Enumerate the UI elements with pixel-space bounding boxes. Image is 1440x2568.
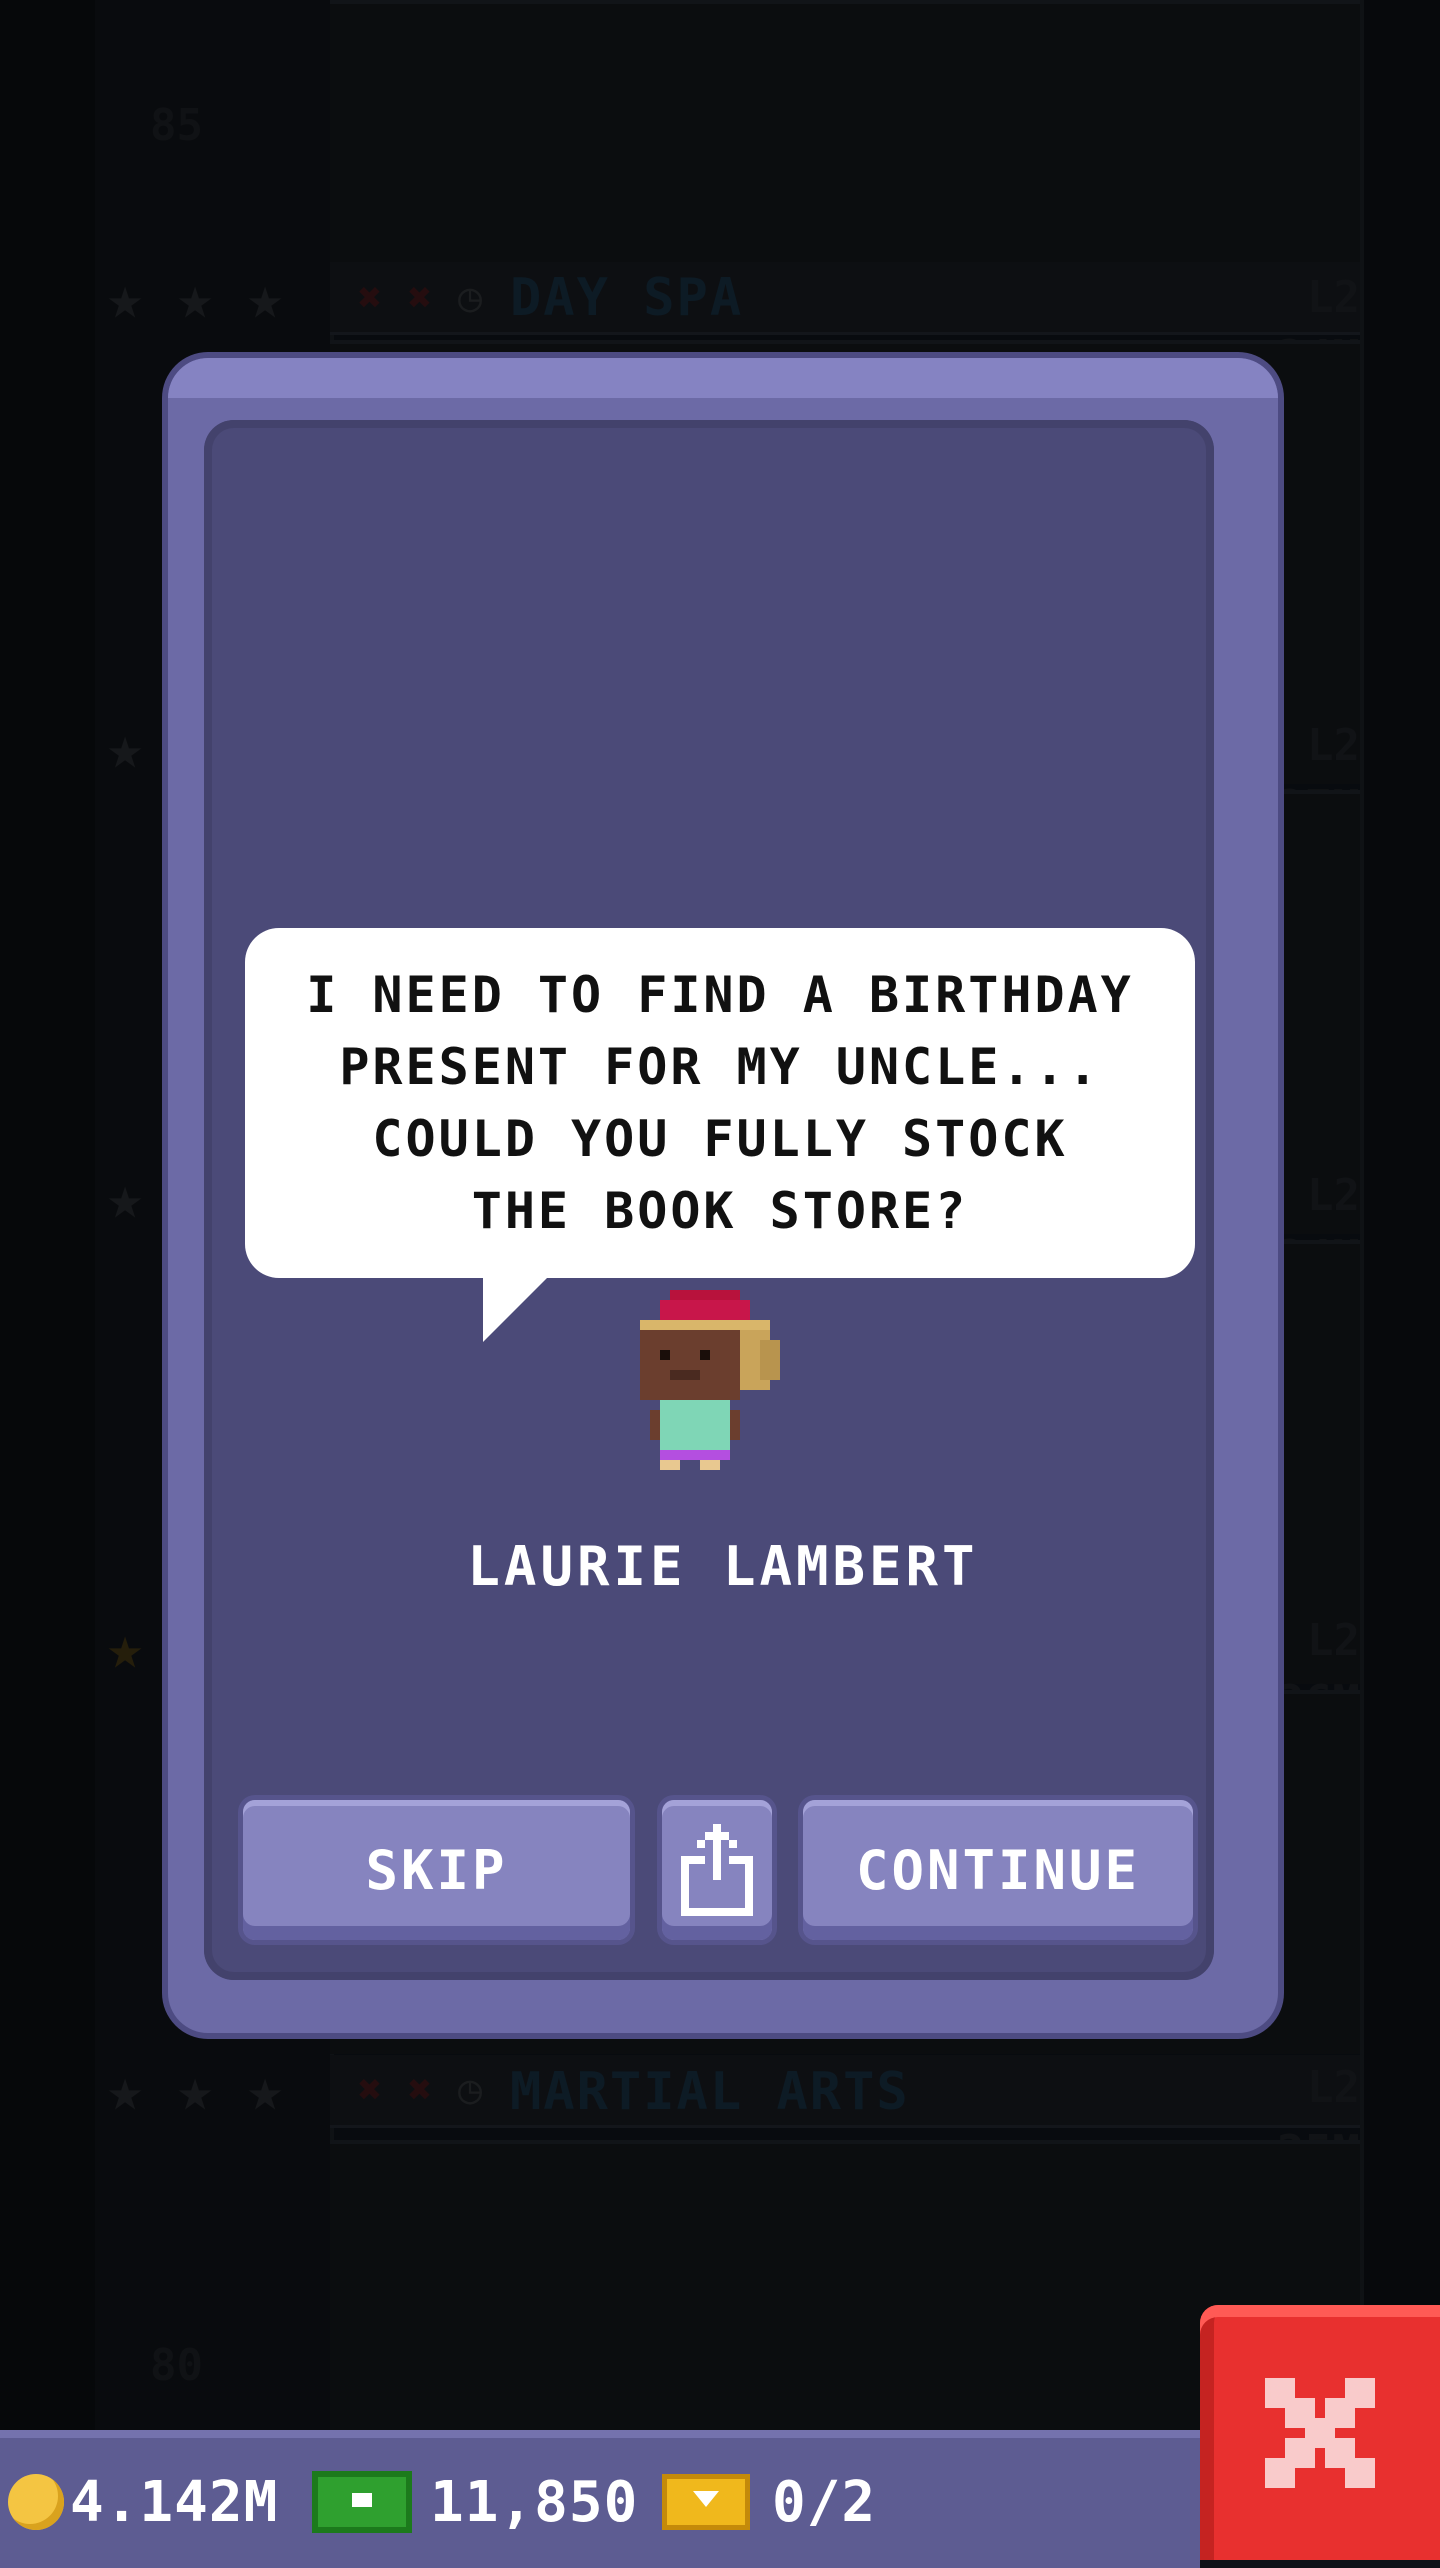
close-button[interactable] [1200,2305,1440,2560]
speech-bubble: I NEED TO FIND A BIRTHDAY PRESENT FOR MY… [245,928,1195,1278]
quest-message: I NEED TO FIND A BIRTHDAY PRESENT FOR MY… [306,966,1134,1240]
tickets-value: 0/2 [772,2469,877,2535]
bux-icon [312,2471,412,2533]
character-name: LAURIE LAMBERT [467,1535,979,1598]
bux-value: 11,850 [430,2469,639,2535]
close-icon [1265,2377,1375,2488]
coins-display[interactable]: 4.142M [8,2466,278,2538]
share-icon [681,1824,753,1916]
skip-button-label: SKIP [365,1838,508,1902]
character-avatar [640,1290,780,1470]
continue-button[interactable]: CONTINUE [803,1800,1193,1940]
skip-button[interactable]: SKIP [243,1800,630,1940]
coin-icon [8,2474,64,2530]
speech-bubble-tail [483,1278,547,1342]
modal-top-highlight [168,358,1278,398]
share-button[interactable] [662,1800,772,1940]
bux-display[interactable]: 11,850 [312,2466,638,2538]
tickets-display[interactable]: 0/2 [662,2466,876,2538]
continue-button-label: CONTINUE [855,1838,1141,1902]
status-bar: 4.142M 11,850 0/2 [0,2430,1200,2568]
coins-value: 4.142M [70,2469,279,2535]
ticket-icon [662,2474,750,2530]
